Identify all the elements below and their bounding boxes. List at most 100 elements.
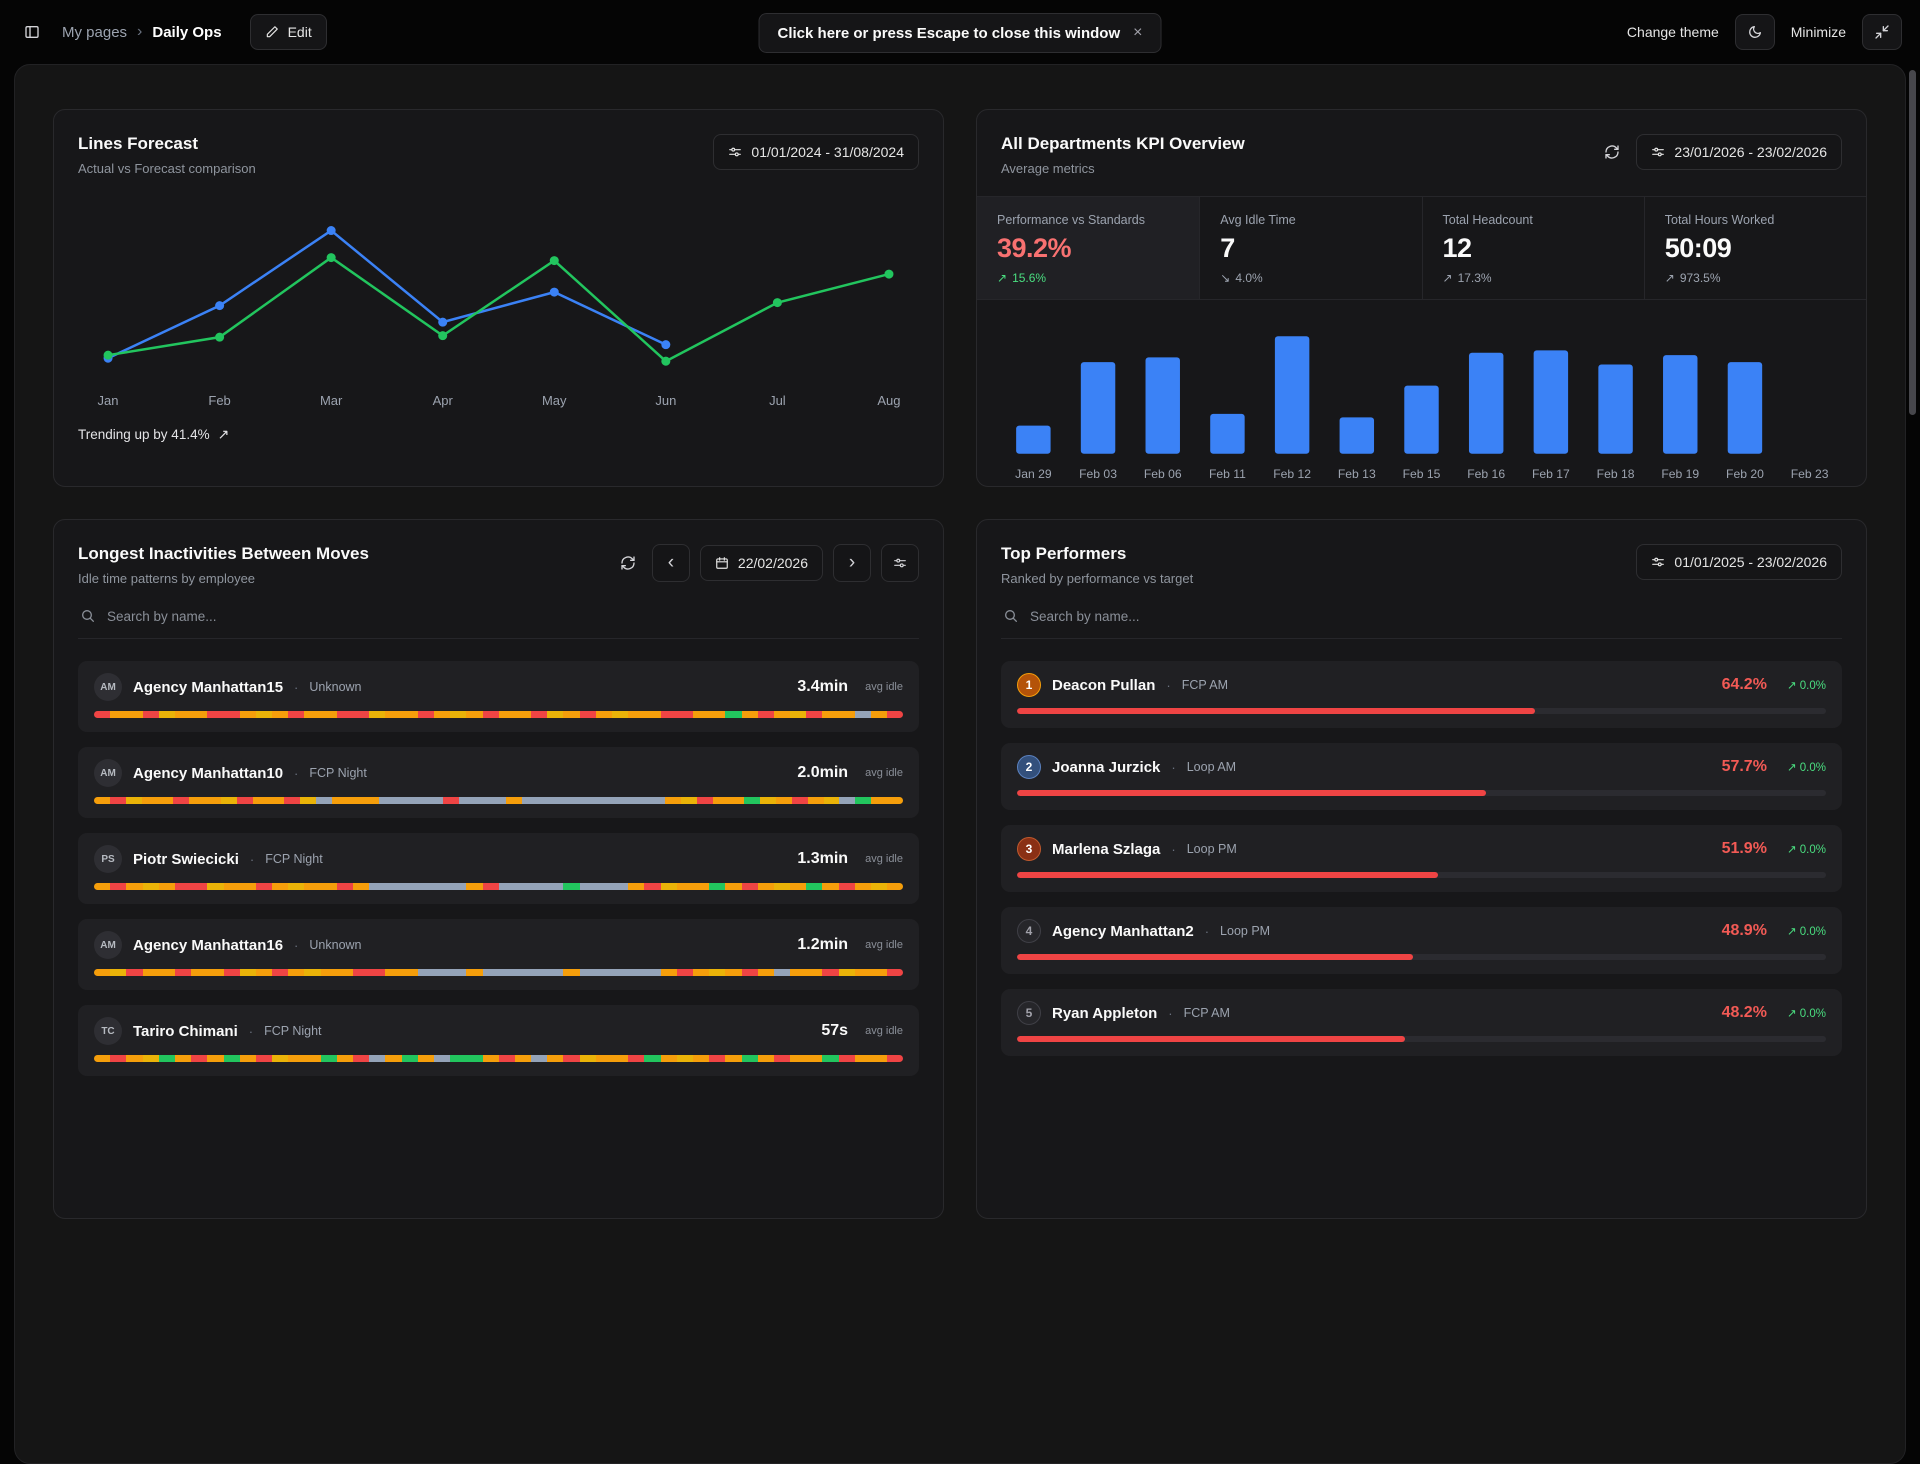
close-window-banner[interactable]: Click here or press Escape to close this… [759,13,1162,53]
collapse-window-button[interactable] [1862,14,1902,50]
search-icon [1003,608,1019,624]
trend-icon: ↗ [1787,926,1797,938]
performer-row[interactable]: 1 Deacon Pullan · FCP AM 64.2% ↗ 0.0% [1001,661,1842,728]
change-theme-button[interactable]: Change theme [1627,24,1719,40]
date-picker-button[interactable]: 22/02/2026 [700,545,823,581]
department: FCP AM [1184,1006,1230,1020]
close-icon[interactable]: × [1133,24,1142,42]
search-input[interactable] [107,609,917,624]
svg-text:Jul: Jul [769,393,786,408]
kpi-card-performance[interactable]: Performance vs Standards 39.2% ↗ 15.6% [977,197,1199,299]
sliders-icon [1651,555,1665,569]
date-range-button[interactable]: 23/01/2026 - 23/02/2026 [1636,134,1842,170]
performance-value: 57.7% [1722,758,1767,776]
theme-toggle-button[interactable] [1735,14,1775,50]
breadcrumb: My pages › Daily Ops [62,23,222,41]
department: FCP Night [264,1024,321,1038]
refresh-icon [1604,144,1620,160]
performance-value: 64.2% [1722,676,1767,694]
chevron-left-icon: ‹ [668,552,674,574]
kpi-label: Performance vs Standards [997,213,1179,227]
kpi-value: 12 [1443,233,1624,264]
topbar: My pages › Daily Ops Edit Click here or … [0,0,1920,64]
performer-row[interactable]: 5 Ryan Appleton · FCP AM 48.2% ↗ 0.0% [1001,989,1842,1056]
kpi-card-idle-time[interactable]: Avg Idle Time 7 ↘ 4.0% [1199,197,1421,299]
svg-text:Feb 15: Feb 15 [1403,467,1441,481]
avatar: AM [94,931,122,959]
date-range-button[interactable]: 01/01/2025 - 23/02/2026 [1636,544,1842,580]
calendar-icon [715,556,729,570]
avatar: TC [94,1017,122,1045]
breadcrumb-parent[interactable]: My pages [62,24,127,41]
date-range-label: 01/01/2025 - 23/02/2026 [1674,554,1827,570]
kpi-label: Total Hours Worked [1665,213,1846,227]
idle-value: 1.3min [797,850,848,868]
idle-row[interactable]: TC Tariro Chimani · FCP Night 57s avg id… [78,1005,919,1076]
employee-name: Joanna Jurzick [1052,759,1160,776]
svg-text:Feb 11: Feb 11 [1209,467,1246,481]
dot-separator: · [249,1024,253,1039]
previous-day-button[interactable]: ‹ [652,544,690,582]
dot-separator: · [1171,842,1175,857]
performance-bar-fill [1017,790,1486,796]
svg-text:May: May [542,393,567,408]
svg-text:Jun: Jun [655,393,676,408]
edit-button[interactable]: Edit [250,14,327,50]
sidebar-toggle-button[interactable] [18,18,46,46]
trend-icon: ↗ [997,271,1007,285]
svg-text:Feb 16: Feb 16 [1467,467,1505,481]
panel-title: All Departments KPI Overview [1001,134,1245,154]
search-input[interactable] [1030,609,1840,624]
employee-name: Deacon Pullan [1052,677,1155,694]
panel-kpi-overview: All Departments KPI Overview Average met… [976,109,1867,487]
edit-button-label: Edit [288,24,312,40]
kpi-delta: ↘ 4.0% [1220,271,1401,285]
performance-bar-fill [1017,708,1535,714]
minimize-button[interactable]: Minimize [1791,24,1846,40]
sliders-icon [728,145,742,159]
avatar: PS [94,845,122,873]
rank-badge: 1 [1017,673,1041,697]
breadcrumb-current: Daily Ops [152,24,221,41]
idle-row[interactable]: AM Agency Manhattan15 · Unknown 3.4min a… [78,661,919,732]
svg-text:Feb 18: Feb 18 [1597,467,1635,481]
idle-value: 3.4min [797,678,848,696]
employee-name: Agency Manhattan15 [133,679,283,696]
search-bar [1001,596,1842,639]
kpi-card-hours-worked[interactable]: Total Hours Worked 50:09 ↗ 973.5% [1644,197,1866,299]
scrollbar-thumb[interactable] [1909,70,1916,415]
kpi-card-headcount[interactable]: Total Headcount 12 ↗ 17.3% [1422,197,1644,299]
performance-bar-fill [1017,1036,1405,1042]
banner-label: Click here or press Escape to close this… [778,25,1121,42]
next-day-button[interactable]: › [833,544,871,582]
dot-separator: · [294,766,298,781]
performer-row[interactable]: 2 Joanna Jurzick · Loop AM 57.7% ↗ 0.0% [1001,743,1842,810]
kpi-delta: ↗ 973.5% [1665,271,1846,285]
department: FCP AM [1182,678,1228,692]
idle-row[interactable]: PS Piotr Swiecicki · FCP Night 1.3min av… [78,833,919,904]
idle-row[interactable]: AM Agency Manhattan10 · FCP Night 2.0min… [78,747,919,818]
department: Unknown [309,680,361,694]
refresh-button[interactable] [1598,138,1626,166]
trend-icon: ↗ [1787,680,1797,692]
search-icon [80,608,96,624]
filters-button[interactable] [881,544,919,582]
dot-separator: · [1205,924,1209,939]
sliders-icon [1651,145,1665,159]
employee-name: Agency Manhattan10 [133,765,283,782]
date-range-button[interactable]: 01/01/2024 - 31/08/2024 [713,134,919,170]
idle-timeline-bar [94,969,903,976]
performance-bar-fill [1017,954,1413,960]
performer-row[interactable]: 3 Marlena Szlaga · Loop PM 51.9% ↗ 0.0% [1001,825,1842,892]
trend-text: Trending up by 41.4% [78,427,210,442]
employee-name: Agency Manhattan2 [1052,923,1194,940]
performance-delta: ↗ 0.0% [1787,924,1826,938]
employee-name: Piotr Swiecicki [133,851,239,868]
refresh-button[interactable] [614,549,642,577]
idle-row[interactable]: AM Agency Manhattan16 · Unknown 1.2min a… [78,919,919,990]
idle-value: 57s [821,1022,848,1040]
performer-row[interactable]: 4 Agency Manhattan2 · Loop PM 48.9% ↗ 0.… [1001,907,1842,974]
panel-lines-forecast: Lines Forecast Actual vs Forecast compar… [53,109,944,487]
dot-separator: · [294,938,298,953]
refresh-icon [620,555,636,571]
